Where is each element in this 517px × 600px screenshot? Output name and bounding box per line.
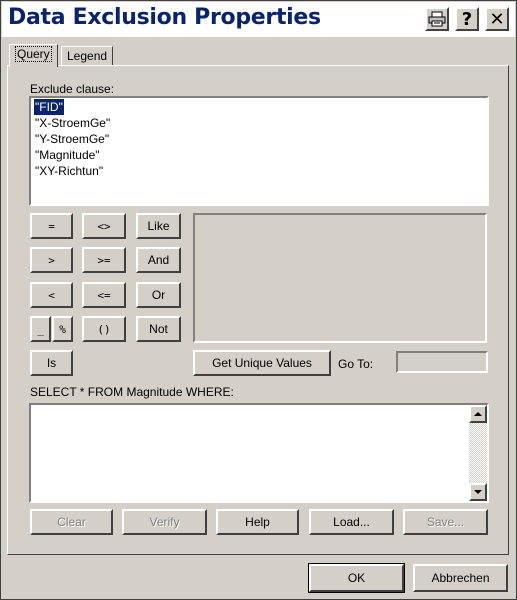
- close-icon: ✕: [489, 8, 505, 30]
- printer-icon: [428, 11, 446, 27]
- ok-button[interactable]: OK: [308, 563, 405, 593]
- tab-query-label: Query: [15, 46, 52, 62]
- print-button[interactable]: [425, 7, 449, 31]
- tab-legend[interactable]: Legend: [61, 46, 114, 66]
- tab-query[interactable]: Query: [9, 44, 58, 67]
- close-button[interactable]: ✕: [485, 7, 509, 31]
- help-context-button[interactable]: ?: [455, 7, 479, 31]
- cancel-button[interactable]: Abbrechen: [413, 564, 508, 592]
- dialog-window: Data Exclusion Properties ? ✕ Query Lege…: [0, 0, 517, 600]
- query-panel: [7, 65, 509, 555]
- window-title: Data Exclusion Properties: [8, 5, 321, 30]
- title-bar[interactable]: Data Exclusion Properties ? ✕: [2, 2, 515, 37]
- tab-legend-label: Legend: [67, 49, 108, 63]
